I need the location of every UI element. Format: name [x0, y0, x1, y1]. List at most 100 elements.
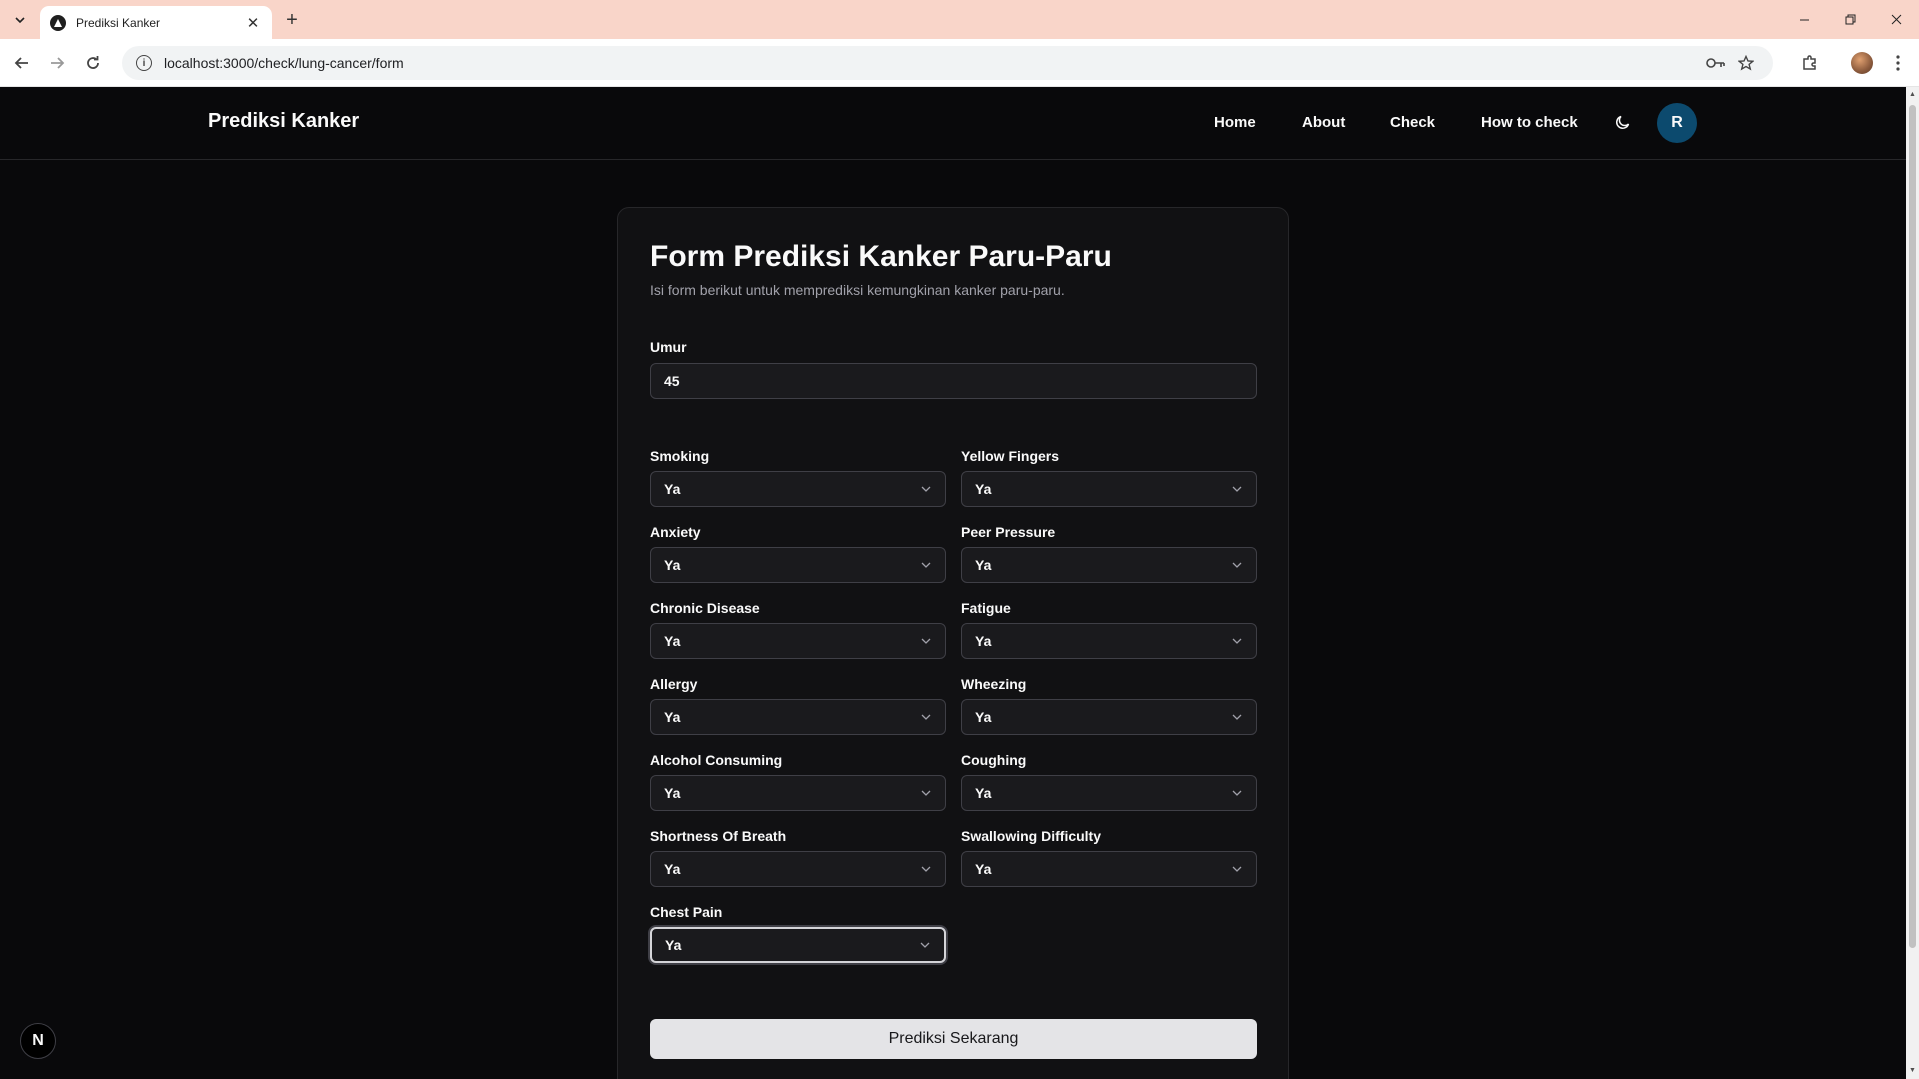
chest-pain-select[interactable]: Ya: [650, 927, 946, 963]
select-value: Ya: [664, 557, 681, 573]
url-text: localhost:3000/check/lung-cancer/form: [164, 55, 404, 71]
allergy-select[interactable]: Ya: [650, 699, 946, 735]
swallowing-difficulty-select[interactable]: Ya: [961, 851, 1257, 887]
smoking-select[interactable]: Ya: [650, 471, 946, 507]
chevron-down-icon: [15, 17, 25, 24]
select-value: Ya: [975, 557, 992, 573]
moon-icon: [1616, 115, 1630, 129]
theme-toggle-button[interactable]: [1612, 111, 1634, 133]
predict-submit-button[interactable]: Prediksi Sekarang: [650, 1019, 1257, 1059]
chevron-down-icon: [920, 483, 932, 495]
chevron-down-icon: [920, 787, 932, 799]
nav-home[interactable]: Home: [1214, 114, 1256, 131]
yellow-fingers-select[interactable]: Ya: [961, 471, 1257, 507]
nav-check[interactable]: Check: [1390, 114, 1435, 131]
minimize-icon: [1799, 19, 1809, 21]
select-value: Ya: [975, 633, 992, 649]
arrow-left-icon: [14, 57, 28, 69]
chevron-down-icon: [1231, 635, 1243, 647]
select-value: Ya: [664, 633, 681, 649]
nav-about[interactable]: About: [1302, 114, 1345, 131]
swallowing-difficulty-label: Swallowing Difficulty: [961, 828, 1102, 844]
browser-tab-bar: Prediksi Kanker ✕ +: [0, 0, 1919, 39]
restore-button[interactable]: [1827, 0, 1873, 39]
chevron-down-icon: [920, 559, 932, 571]
extensions-button[interactable]: [1798, 51, 1822, 75]
back-button[interactable]: [10, 51, 34, 75]
select-value: Ya: [664, 861, 681, 877]
age-label: Umur: [650, 339, 687, 355]
site-header: Prediksi Kanker Home About Check How to …: [0, 87, 1906, 160]
chevron-down-icon: [919, 939, 931, 951]
wheezing-label: Wheezing: [961, 676, 1027, 692]
wheezing-select[interactable]: Ya: [961, 699, 1257, 735]
site-brand[interactable]: Prediksi Kanker: [208, 110, 359, 133]
page-scrollbar[interactable]: ▲ ▼: [1906, 87, 1919, 1079]
profile-button[interactable]: [1850, 51, 1874, 75]
chronic-disease-select[interactable]: Ya: [650, 623, 946, 659]
coughing-label: Coughing: [961, 752, 1027, 768]
tab-search-button[interactable]: [8, 8, 32, 32]
form-subtitle: Isi form berikut untuk memprediksi kemun…: [650, 282, 1065, 298]
select-value: Ya: [975, 785, 992, 801]
select-value: Ya: [664, 709, 681, 725]
chronic-disease-label: Chronic Disease: [650, 600, 760, 616]
select-value: Ya: [664, 785, 681, 801]
address-bar[interactable]: i localhost:3000/check/lung-cancer/form: [122, 46, 1773, 80]
nav-how-to-check[interactable]: How to check: [1481, 114, 1578, 131]
select-value: Ya: [664, 481, 681, 497]
age-input[interactable]: [650, 363, 1257, 399]
kebab-menu-icon: [1896, 55, 1900, 71]
forward-button[interactable]: [45, 51, 69, 75]
fatigue-label: Fatigue: [961, 600, 1011, 616]
fatigue-select[interactable]: Ya: [961, 623, 1257, 659]
chevron-down-icon: [1231, 559, 1243, 571]
chevron-down-icon: [1231, 483, 1243, 495]
browser-toolbar: i localhost:3000/check/lung-cancer/form: [0, 39, 1919, 87]
reload-button[interactable]: [81, 51, 105, 75]
new-tab-button[interactable]: +: [280, 8, 304, 32]
browser-menu-button[interactable]: [1886, 51, 1910, 75]
select-value: Ya: [975, 709, 992, 725]
chevron-down-icon: [920, 863, 932, 875]
allergy-label: Allergy: [650, 676, 698, 692]
chest-pain-label: Chest Pain: [650, 904, 723, 920]
form-title: Form Prediksi Kanker Paru-Paru: [650, 240, 1112, 273]
browser-tab[interactable]: Prediksi Kanker ✕: [40, 6, 272, 39]
yellow-fingers-label: Yellow Fingers: [961, 448, 1060, 464]
shortness-of-breath-select[interactable]: Ya: [650, 851, 946, 887]
alcohol-consuming-select[interactable]: Ya: [650, 775, 946, 811]
shortness-of-breath-label: Shortness Of Breath: [650, 828, 787, 844]
scroll-thumb[interactable]: [1909, 105, 1916, 948]
anxiety-select[interactable]: Ya: [650, 547, 946, 583]
select-value: Ya: [665, 937, 682, 953]
select-value: Ya: [975, 861, 992, 877]
user-avatar[interactable]: R: [1657, 103, 1697, 143]
peer-pressure-select[interactable]: Ya: [961, 547, 1257, 583]
profile-avatar-icon: [1851, 52, 1873, 74]
puzzle-icon: [1803, 55, 1816, 70]
close-tab-icon[interactable]: ✕: [244, 14, 262, 32]
chevron-down-icon: [1231, 711, 1243, 723]
favicon-icon: [50, 14, 66, 31]
smoking-label: Smoking: [650, 448, 710, 464]
site-info-icon[interactable]: i: [136, 55, 152, 71]
bookmark-star-icon[interactable]: [1738, 46, 1754, 80]
scroll-up-icon[interactable]: ▲: [1909, 91, 1916, 98]
scroll-down-icon[interactable]: ▼: [1909, 1067, 1916, 1074]
coughing-select[interactable]: Ya: [961, 775, 1257, 811]
select-value: Ya: [975, 481, 992, 497]
reload-icon: [87, 56, 99, 69]
chevron-down-icon: [920, 711, 932, 723]
minimize-button[interactable]: [1781, 0, 1827, 39]
close-window-button[interactable]: [1873, 0, 1919, 39]
peer-pressure-label: Peer Pressure: [961, 524, 1056, 540]
chevron-down-icon: [1231, 863, 1243, 875]
close-icon: [1891, 14, 1901, 25]
arrow-right-icon: [51, 57, 65, 69]
chevron-down-icon: [1231, 787, 1243, 799]
tab-title: Prediksi Kanker: [76, 15, 161, 30]
alcohol-consuming-label: Alcohol Consuming: [650, 752, 783, 768]
nextjs-dev-badge[interactable]: N: [20, 1023, 56, 1059]
password-key-icon[interactable]: [1706, 46, 1726, 80]
